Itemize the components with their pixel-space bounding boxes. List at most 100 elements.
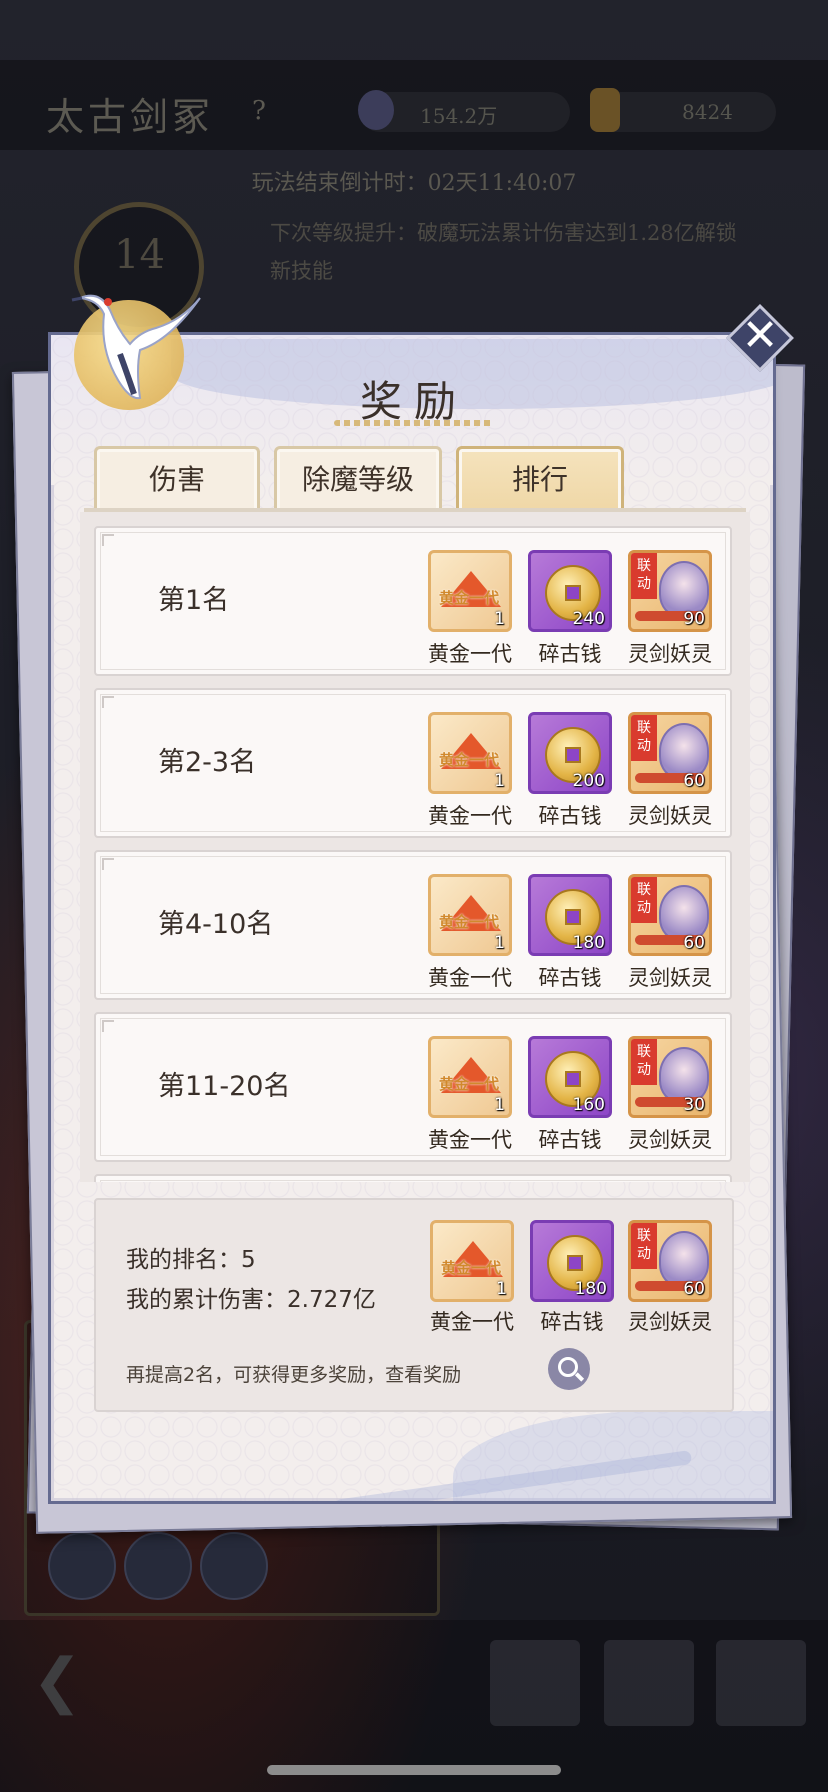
reward-item-linkage[interactable]: 联动 90	[628, 550, 712, 632]
item-name: 碎古钱	[538, 1128, 602, 1152]
reward-item-coin[interactable]: 180	[530, 1220, 614, 1302]
item-qty: 30	[683, 1095, 705, 1115]
item-name: 灵剑妖灵	[628, 1310, 712, 1334]
gold-art-text: 黄金一代	[439, 589, 500, 607]
item-name: 灵剑妖灵	[628, 1128, 712, 1152]
rank-row: 第2-3名 黄金一代 1 黄金一代 200 碎古钱 联动 60 灵剑妖灵	[94, 688, 732, 838]
reward-item-linkage[interactable]: 联动 30	[628, 1036, 712, 1118]
coin-hole	[565, 1071, 581, 1087]
item-name: 灵剑妖灵	[628, 804, 712, 828]
title-decoration	[334, 420, 494, 426]
coin-hole	[565, 909, 581, 925]
item-qty: 1	[494, 609, 505, 629]
item-qty: 160	[572, 1095, 605, 1115]
item-name: 黄金一代	[428, 804, 512, 828]
level-number: 14	[114, 232, 165, 278]
item-qty: 180	[572, 933, 605, 953]
card-corner	[102, 1020, 114, 1032]
rank-row	[94, 1174, 732, 1182]
resource-value-1: 154.2万	[420, 104, 498, 128]
energy-icon	[590, 88, 620, 132]
card-corner	[102, 858, 114, 870]
item-qty: 180	[574, 1279, 607, 1299]
item-name: 碎古钱	[540, 1310, 604, 1334]
tab-ranking[interactable]: 排行	[456, 446, 624, 512]
gold-art-text: 黄金一代	[439, 751, 500, 769]
item-qty: 1	[496, 1279, 507, 1299]
card-corner	[102, 534, 114, 546]
reward-item-coin[interactable]: 200	[528, 712, 612, 794]
item-qty: 200	[572, 771, 605, 791]
item-qty: 1	[494, 933, 505, 953]
rank-label: 第11-20名	[158, 1071, 291, 1102]
item-qty: 240	[572, 609, 605, 629]
rank-label: 第1名	[158, 585, 230, 616]
linkage-tag: 联动	[631, 1223, 657, 1269]
linkage-tag: 联动	[631, 715, 657, 761]
linkage-tag: 联动	[631, 877, 657, 923]
level-description: 下次等级提升：破魔玩法累计伤害达到1.28亿解锁新技能	[270, 221, 737, 283]
nav-button-2[interactable]	[604, 1640, 694, 1726]
item-name: 黄金一代	[428, 1128, 512, 1152]
tab-damage[interactable]: 伤害	[94, 446, 260, 512]
rank-label: 第2-3名	[158, 747, 257, 778]
reward-item-coin[interactable]: 180	[528, 874, 612, 956]
search-icon-handle	[574, 1372, 585, 1382]
resource-value-2: 8424	[682, 100, 733, 124]
nav-button-3[interactable]	[716, 1640, 806, 1726]
item-name: 黄金一代	[428, 642, 512, 666]
my-rank: 我的排名：5	[126, 1247, 256, 1273]
skill-icon-3[interactable]	[200, 1532, 268, 1600]
tab-demon-level[interactable]: 除魔等级	[274, 446, 442, 512]
event-countdown: 玩法结束倒计时：02天11:40:07	[251, 171, 577, 196]
reward-item-gold[interactable]: 黄金一代 1	[430, 1220, 514, 1302]
back-arrow-icon[interactable]: ❮	[32, 1646, 82, 1716]
gold-art-text: 黄金一代	[439, 1075, 500, 1093]
linkage-tag: 联动	[631, 553, 657, 599]
item-qty: 60	[683, 1279, 705, 1299]
stage-title: 太古剑冢	[46, 95, 215, 139]
gold-art-text: 黄金一代	[439, 913, 500, 931]
card-corner	[102, 696, 114, 708]
item-qty: 90	[683, 609, 705, 629]
my-rank-summary: 我的排名：5 我的累计伤害：2.727亿 黄金一代 1 黄金一代 180 碎古钱…	[94, 1198, 734, 1412]
reward-item-gold[interactable]: 黄金一代 1	[428, 1036, 512, 1118]
reward-item-linkage[interactable]: 联动 60	[628, 874, 712, 956]
reward-item-linkage[interactable]: 联动 60	[628, 712, 712, 794]
rank-row: 第1名 黄金一代 1 黄金一代 240 碎古钱 联动 90 灵剑妖灵	[94, 526, 732, 676]
item-qty: 60	[683, 933, 705, 953]
item-name: 灵剑妖灵	[628, 642, 712, 666]
home-indicator[interactable]	[267, 1765, 561, 1775]
item-name: 碎古钱	[538, 642, 602, 666]
coin-hole	[565, 747, 581, 763]
skill-icon-2[interactable]	[124, 1532, 192, 1600]
view-rewards-button[interactable]	[548, 1348, 590, 1390]
rank-label: 第4-10名	[158, 909, 274, 940]
coin-hole	[565, 585, 581, 601]
item-name: 碎古钱	[538, 966, 602, 990]
close-icon[interactable]: ✕	[736, 306, 784, 366]
reward-item-coin[interactable]: 160	[528, 1036, 612, 1118]
item-name: 黄金一代	[430, 1310, 514, 1334]
rank-row: 第4-10名 黄金一代 1 黄金一代 180 碎古钱 联动 60 灵剑妖灵	[94, 850, 732, 1000]
item-name: 灵剑妖灵	[628, 966, 712, 990]
nav-button-1[interactable]	[490, 1640, 580, 1726]
gold-art-text: 黄金一代	[441, 1259, 502, 1277]
my-damage: 我的累计伤害：2.727亿	[126, 1287, 376, 1313]
help-icon[interactable]: ?	[252, 96, 266, 126]
reward-item-linkage[interactable]: 联动 60	[628, 1220, 712, 1302]
reward-item-gold[interactable]: 黄金一代 1	[428, 550, 512, 632]
skill-icon-1[interactable]	[48, 1532, 116, 1600]
item-qty: 60	[683, 771, 705, 791]
rank-up-hint: 再提高2名，可获得更多奖励，查看奖励	[126, 1364, 462, 1386]
item-name: 黄金一代	[428, 966, 512, 990]
rank-row: 第11-20名 黄金一代 1 黄金一代 160 碎古钱 联动 30 灵剑妖灵	[94, 1012, 732, 1162]
reward-item-coin[interactable]: 240	[528, 550, 612, 632]
item-qty: 1	[494, 1095, 505, 1115]
reward-item-gold[interactable]: 黄金一代 1	[428, 712, 512, 794]
reward-item-gold[interactable]: 黄金一代 1	[428, 874, 512, 956]
coin-hole	[567, 1255, 583, 1271]
gem-icon	[358, 90, 394, 130]
item-qty: 1	[494, 771, 505, 791]
ranking-list[interactable]: 第1名 黄金一代 1 黄金一代 240 碎古钱 联动 90 灵剑妖灵 第2-3名…	[80, 512, 750, 1182]
